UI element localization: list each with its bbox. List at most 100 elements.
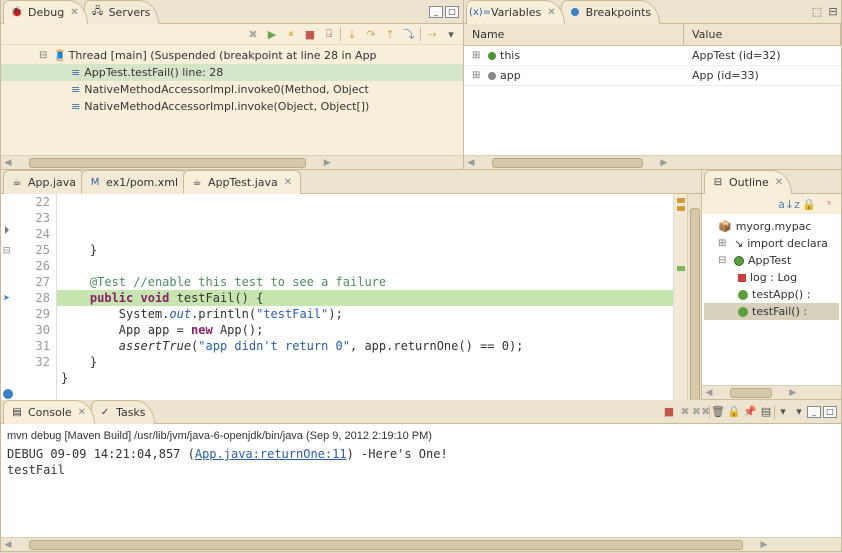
pin-console-icon[interactable]: 📌 bbox=[742, 404, 758, 420]
console-launch-title: mvn debug [Maven Build] /usr/lib/jvm/jav… bbox=[7, 426, 835, 446]
horizontal-scrollbar[interactable]: ◀▶ bbox=[1, 155, 463, 169]
overview-ruler[interactable] bbox=[673, 194, 687, 418]
new-console-icon[interactable]: ▾ bbox=[791, 404, 807, 420]
variables-list: ⊞this AppTest (id=32) ⊞app App (id=33) bbox=[464, 46, 841, 155]
method-icon bbox=[738, 290, 748, 300]
show-types-icon[interactable]: ⬚ bbox=[809, 4, 825, 20]
variables-icon: (x)= bbox=[473, 5, 487, 19]
tab-outline[interactable]: ⊟ Outline ✕ bbox=[704, 170, 792, 194]
remove-launch-icon[interactable]: ✖ bbox=[677, 404, 693, 420]
sort-icon[interactable]: a↓z bbox=[781, 196, 797, 212]
clear-console-icon[interactable]: 🗑 bbox=[710, 404, 726, 420]
step-filters-icon[interactable]: ⇢ bbox=[424, 26, 440, 42]
close-icon[interactable]: ✕ bbox=[547, 7, 555, 18]
minimize-icon[interactable]: _ bbox=[429, 6, 443, 18]
debug-stack-view: ⊟ 🧵 Thread [main] (Suspended (breakpoint… bbox=[1, 45, 463, 155]
vertical-scrollbar[interactable] bbox=[687, 194, 701, 418]
col-value[interactable]: Value bbox=[684, 24, 841, 45]
variable-row[interactable]: ⊞app App (id=33) bbox=[464, 66, 841, 86]
editor-tab-apptest[interactable]: ☕ AppTest.java ✕ bbox=[183, 170, 301, 194]
collapse-all-icon[interactable]: ⊟ bbox=[825, 4, 841, 20]
expand-icon[interactable]: ⊞ bbox=[472, 50, 484, 61]
expand-icon[interactable]: ⊞ bbox=[472, 70, 484, 81]
servers-icon: 🖧 bbox=[91, 5, 105, 19]
tab-label: Console bbox=[28, 406, 72, 419]
stack-label: NativeMethodAccessorImpl.invoke(Object, … bbox=[84, 100, 369, 113]
outline-item-package[interactable]: 📦 myorg.mypac bbox=[704, 218, 839, 235]
terminate-icon[interactable]: ■ bbox=[302, 26, 318, 42]
xml-file-icon: M bbox=[88, 175, 102, 189]
minimize-icon[interactable]: _ bbox=[807, 406, 821, 418]
var-name: app bbox=[500, 69, 521, 82]
console-link[interactable]: App.java:returnOne:11 bbox=[195, 447, 347, 461]
remove-terminated-icon[interactable]: ✖ bbox=[245, 26, 261, 42]
col-name[interactable]: Name bbox=[464, 24, 684, 45]
horizontal-scrollbar[interactable]: ◀▶ bbox=[464, 155, 841, 169]
menu-icon[interactable]: ▾ bbox=[443, 26, 459, 42]
disconnect-icon[interactable]: ⍈ bbox=[321, 26, 337, 42]
debug-toolbar: ✖ ▶ ⏸ ■ ⍈ ↓ ↷ ↑ ⤵ ⇢ ▾ bbox=[1, 24, 463, 45]
close-icon[interactable]: ✕ bbox=[70, 7, 78, 18]
drop-frame-icon[interactable]: ⤵ bbox=[401, 26, 417, 42]
var-value: AppTest (id=32) bbox=[692, 49, 833, 62]
close-icon[interactable]: ✕ bbox=[284, 177, 292, 188]
remove-all-icon[interactable]: ✖✖ bbox=[693, 404, 709, 420]
horizontal-scrollbar[interactable]: ◀▶ bbox=[1, 537, 841, 551]
hide-static-icon[interactable]: ˢ bbox=[821, 196, 837, 212]
resume-icon[interactable]: ▶ bbox=[264, 26, 280, 42]
close-icon[interactable]: ✕ bbox=[775, 177, 783, 188]
tab-variables[interactable]: (x)= Variables ✕ bbox=[466, 0, 565, 24]
outline-item-method[interactable]: testFail() : bbox=[704, 303, 839, 320]
stack-frame[interactable]: ≡ AppTest.testFail() line: 28 bbox=[1, 64, 463, 81]
step-return-icon[interactable]: ↑ bbox=[382, 26, 398, 42]
console-line: DEBUG 09-09 14:21:04,857 (App.java:retur… bbox=[7, 446, 835, 462]
collapse-icon[interactable]: ⊟ bbox=[718, 255, 730, 266]
outline-item-method[interactable]: testApp() : bbox=[704, 286, 839, 303]
tab-breakpoints[interactable]: Breakpoints bbox=[561, 0, 661, 24]
code-area[interactable]: } @Test //enable this test to see a fail… bbox=[57, 194, 673, 418]
tab-debug[interactable]: 🐞 Debug ✕ bbox=[3, 0, 88, 24]
scroll-lock-icon[interactable]: 🔒 bbox=[726, 404, 742, 420]
variables-header: Name Value bbox=[464, 24, 841, 46]
hide-fields-icon[interactable]: 🔒 bbox=[801, 196, 817, 212]
tab-label: Breakpoints bbox=[586, 6, 652, 19]
outline-tree: 📦 myorg.mypac ⊞ ↘ import declara ⊟ AppTe… bbox=[702, 214, 841, 385]
suspend-icon[interactable]: ⏸ bbox=[283, 26, 299, 42]
tab-console[interactable]: ▤ Console ✕ bbox=[3, 400, 95, 424]
step-over-icon[interactable]: ↷ bbox=[363, 26, 379, 42]
outline-label: testFail() : bbox=[752, 305, 807, 318]
outline-item-class[interactable]: ⊟ AppTest bbox=[704, 252, 839, 269]
tab-label: Servers bbox=[109, 6, 151, 19]
thread-label: Thread [main] (Suspended (breakpoint at … bbox=[69, 49, 377, 62]
display-selected-icon[interactable]: ▤ bbox=[758, 404, 774, 420]
bug-icon: 🐞 bbox=[10, 5, 24, 19]
gutter: 222324⊟252627➤2829303132 bbox=[1, 194, 57, 418]
stack-frame-icon: ≡ bbox=[71, 100, 80, 113]
collapse-icon[interactable]: ⊟ bbox=[39, 50, 51, 61]
maximize-icon[interactable]: □ bbox=[445, 6, 459, 18]
variable-row[interactable]: ⊞this AppTest (id=32) bbox=[464, 46, 841, 66]
close-icon[interactable]: ✕ bbox=[78, 407, 86, 418]
editor-tab-pom[interactable]: M ex1/pom.xml bbox=[81, 170, 187, 194]
outline-item-field[interactable]: log : Log bbox=[704, 269, 839, 286]
code-editor[interactable]: 222324⊟252627➤2829303132 } @Test //enabl… bbox=[1, 194, 701, 418]
console-output[interactable]: mvn debug [Maven Build] /usr/lib/jvm/jav… bbox=[1, 424, 841, 537]
outline-icon: ⊟ bbox=[711, 175, 725, 189]
stack-frame[interactable]: ≡ NativeMethodAccessorImpl.invoke(Object… bbox=[1, 98, 463, 115]
editor-tab-app[interactable]: ☕ App.java bbox=[3, 170, 85, 194]
open-console-icon[interactable]: ▾ bbox=[775, 404, 791, 420]
stack-label: NativeMethodAccessorImpl.invoke0(Method,… bbox=[84, 83, 369, 96]
tab-label: Debug bbox=[28, 6, 64, 19]
tab-servers[interactable]: 🖧 Servers bbox=[84, 0, 160, 24]
method-icon bbox=[738, 307, 748, 317]
console-icon: ▤ bbox=[10, 405, 24, 419]
thread-node[interactable]: ⊟ 🧵 Thread [main] (Suspended (breakpoint… bbox=[1, 47, 463, 64]
stack-frame[interactable]: ≡ NativeMethodAccessorImpl.invoke0(Metho… bbox=[1, 81, 463, 98]
step-into-icon[interactable]: ↓ bbox=[344, 26, 360, 42]
outline-item-imports[interactable]: ⊞ ↘ import declara bbox=[704, 235, 839, 252]
maximize-icon[interactable]: □ bbox=[823, 406, 837, 418]
expand-icon[interactable]: ⊞ bbox=[718, 238, 730, 249]
tab-label: AppTest.java bbox=[208, 176, 278, 189]
import-icon: ↘ bbox=[734, 237, 743, 250]
horizontal-scrollbar[interactable]: ◀▶ bbox=[702, 385, 841, 399]
